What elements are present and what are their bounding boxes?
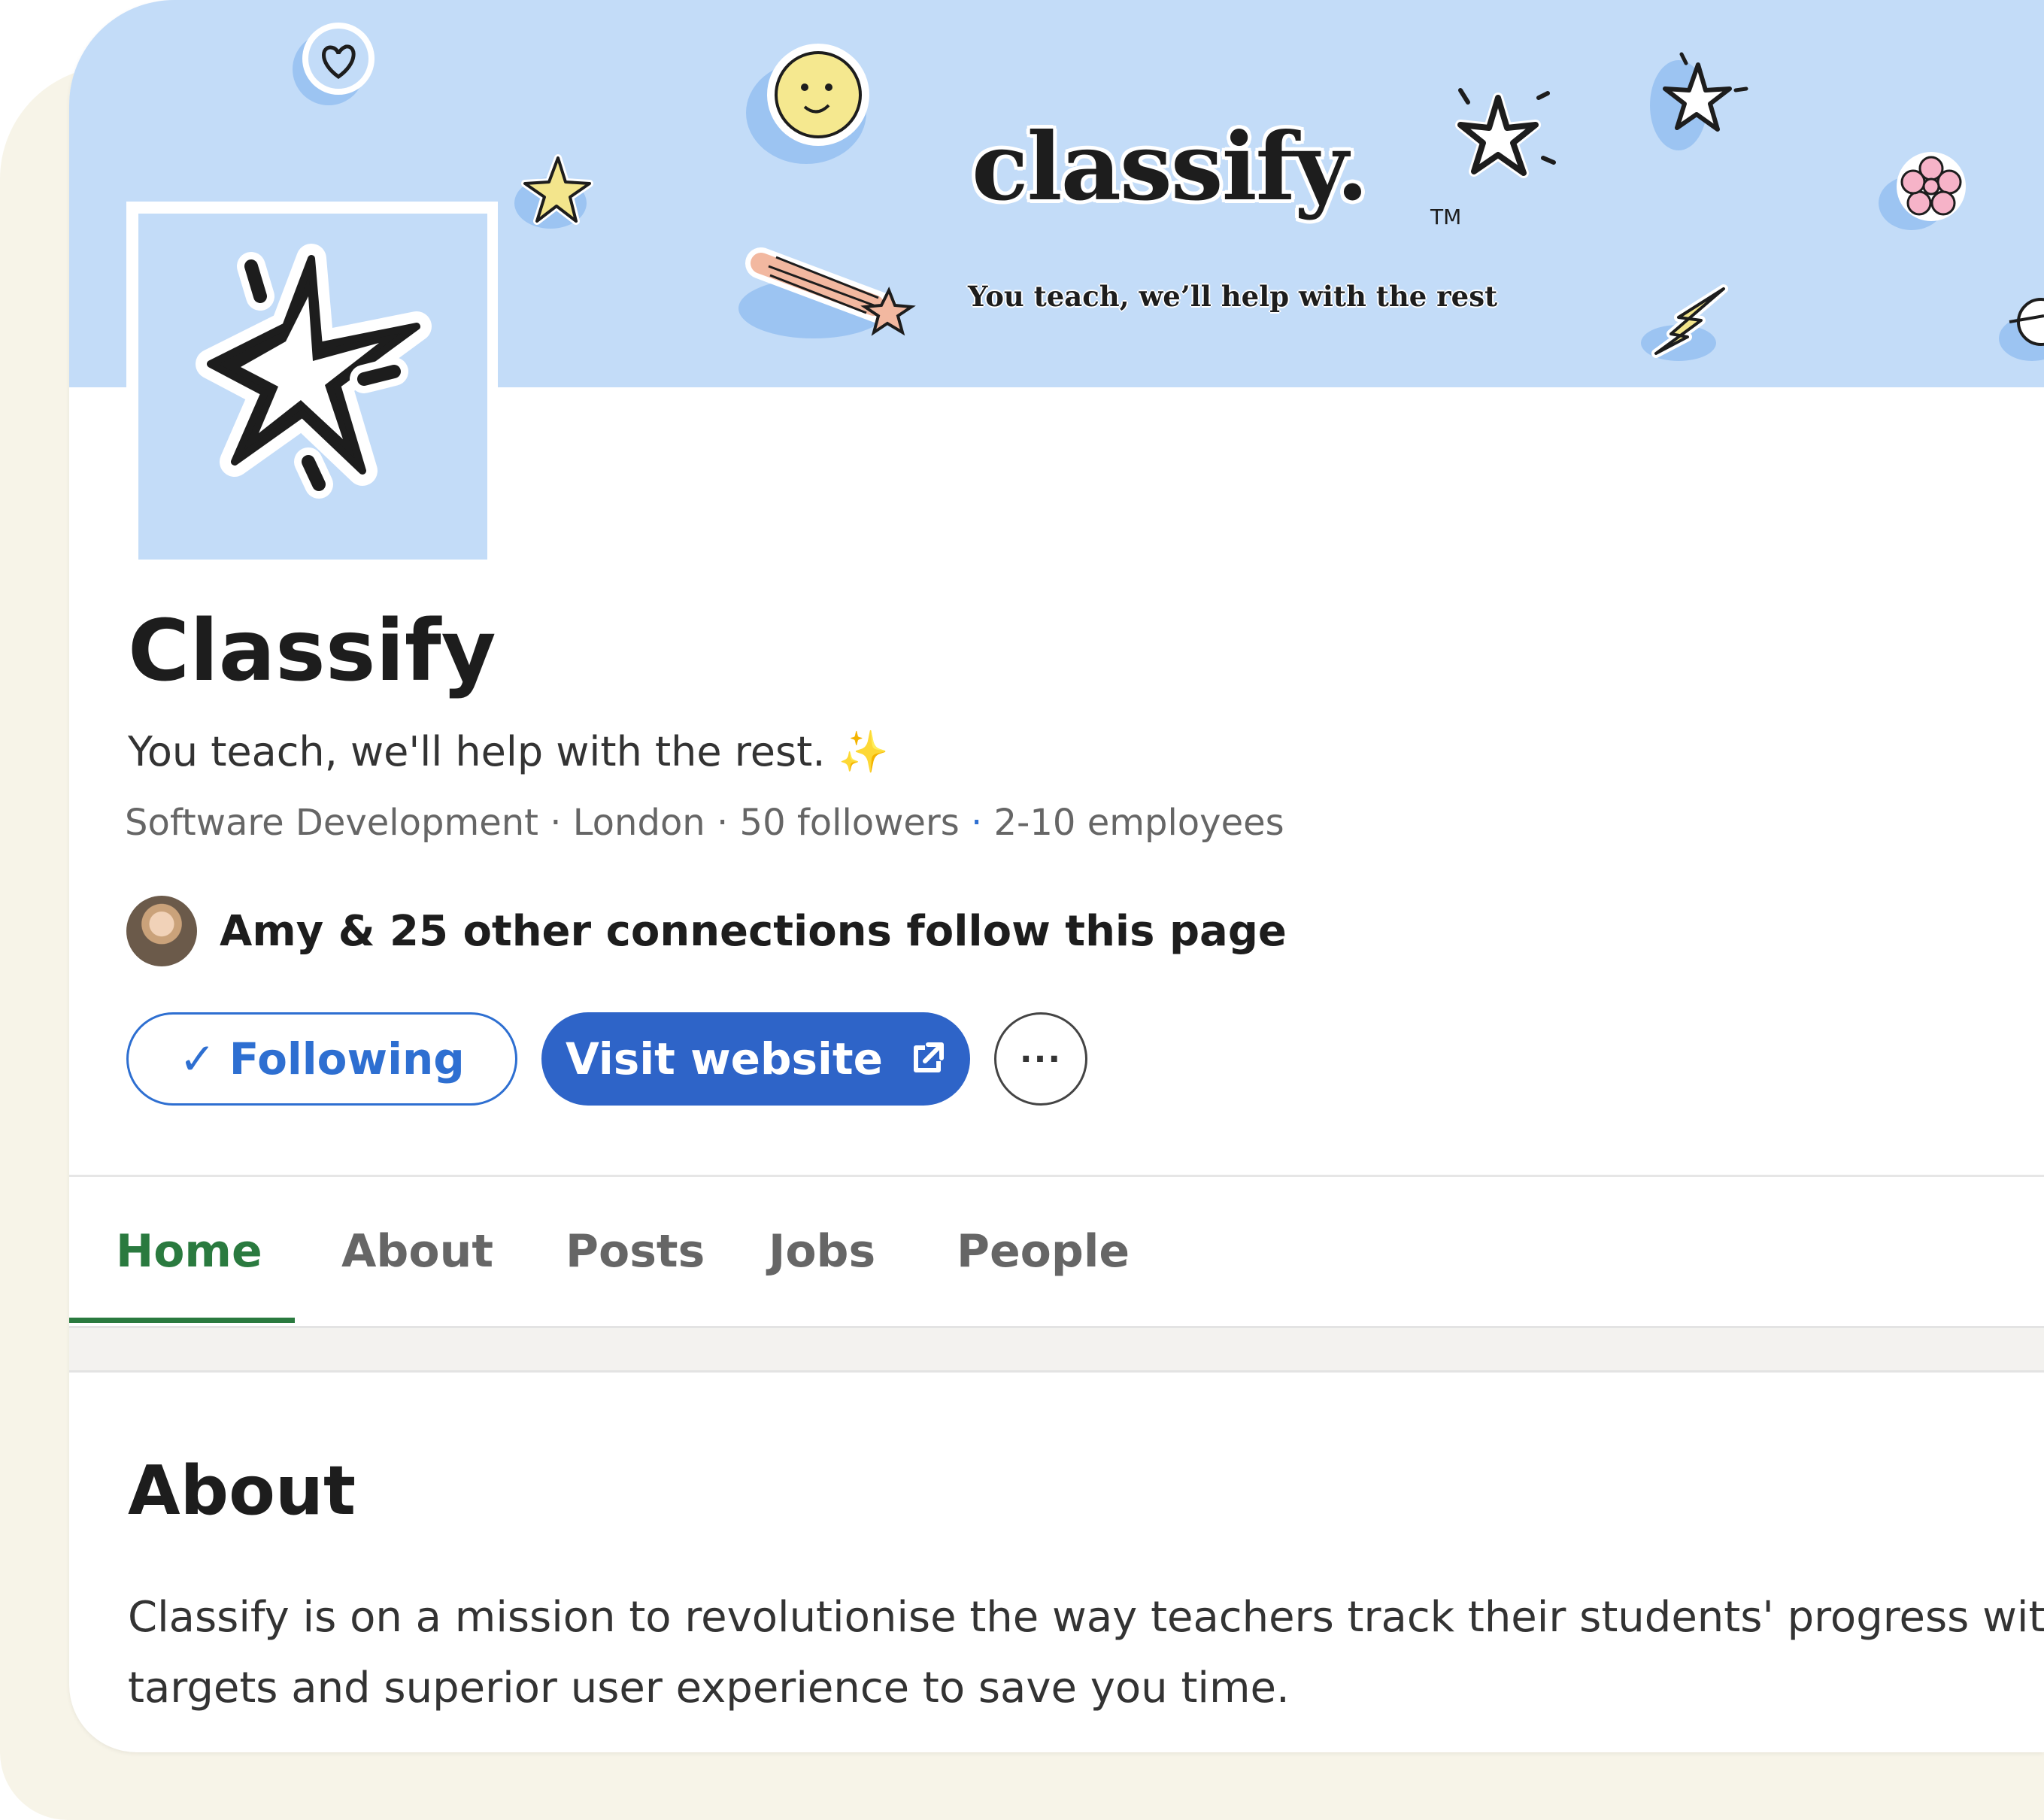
connections-row[interactable]: Amy & 25 other connections follow this p… — [126, 895, 1287, 967]
meta-separator: · — [550, 802, 562, 844]
flower-sticker-icon — [1879, 152, 1966, 230]
wordmark-star-icon — [1455, 88, 1556, 178]
tagline-text: You teach, we'll help with the rest. — [128, 728, 826, 775]
external-link-icon — [913, 1042, 944, 1072]
page-tabs: Home About Posts Jobs People — [69, 1177, 2044, 1326]
company-meta: Software Development · London · 50 follo… — [125, 802, 1284, 844]
meta-separator: · — [970, 802, 983, 844]
planet-sticker-icon — [1999, 298, 2044, 361]
section-gap — [69, 1326, 2044, 1373]
smiley-sticker-icon — [746, 44, 869, 164]
tab-people[interactable]: People — [957, 1177, 1130, 1326]
about-line: Classify is on a mission to revolutionis… — [128, 1593, 2044, 1642]
employees-count[interactable]: 2-10 employees — [994, 802, 1284, 844]
followers-count[interactable]: 50 followers — [740, 802, 960, 844]
brand-tagline: You teach, we’ll help with the rest — [968, 280, 1498, 313]
active-tab-indicator — [69, 1318, 295, 1323]
tab-home[interactable]: Home — [116, 1177, 262, 1326]
tab-posts[interactable]: Posts — [566, 1177, 705, 1326]
about-line: targets and superior user experience to … — [128, 1664, 1290, 1712]
tab-about[interactable]: About — [341, 1177, 493, 1326]
brand-wordmark: classify. — [972, 113, 1369, 222]
visit-website-button[interactable]: Visit website — [541, 1012, 970, 1106]
meta-separator: · — [717, 802, 729, 844]
tab-jobs[interactable]: Jobs — [769, 1177, 875, 1326]
action-buttons: ✓ Following Visit website ··· — [126, 1012, 1087, 1106]
location: London — [572, 802, 705, 844]
avatar — [126, 896, 197, 966]
following-label: Following — [229, 1033, 465, 1084]
following-button[interactable]: ✓ Following — [126, 1012, 517, 1106]
star-sticker-icon — [514, 154, 593, 229]
company-logo-bg — [138, 214, 487, 560]
visit-website-label: Visit website — [566, 1033, 883, 1084]
connections-text: Amy & 25 other connections follow this p… — [220, 906, 1287, 956]
lightning-sticker-icon — [1641, 284, 1728, 361]
more-options-button[interactable]: ··· — [994, 1012, 1087, 1106]
company-logo[interactable] — [126, 202, 498, 570]
checkmark-icon: ✓ — [179, 1033, 216, 1084]
ellipsis-icon: ··· — [1019, 1039, 1063, 1078]
company-tagline: You teach, we'll help with the rest. ✨ — [128, 728, 889, 776]
trademark-symbol: TM — [1430, 205, 1462, 229]
star-logo-icon — [196, 244, 432, 499]
sparkle-star-sticker-icon — [1650, 52, 1748, 150]
industry: Software Development — [125, 802, 538, 844]
company-page-card: classify. TM You teach, we’ll help with … — [69, 0, 2044, 1752]
heart-sticker-icon — [293, 23, 375, 105]
shooting-star-sticker-icon — [738, 247, 916, 338]
about-description: Classify is on a mission to revolutionis… — [128, 1582, 2044, 1724]
sparkles-icon: ✨ — [838, 728, 889, 775]
about-heading: About — [128, 1451, 356, 1530]
company-name: Classify — [128, 602, 496, 700]
